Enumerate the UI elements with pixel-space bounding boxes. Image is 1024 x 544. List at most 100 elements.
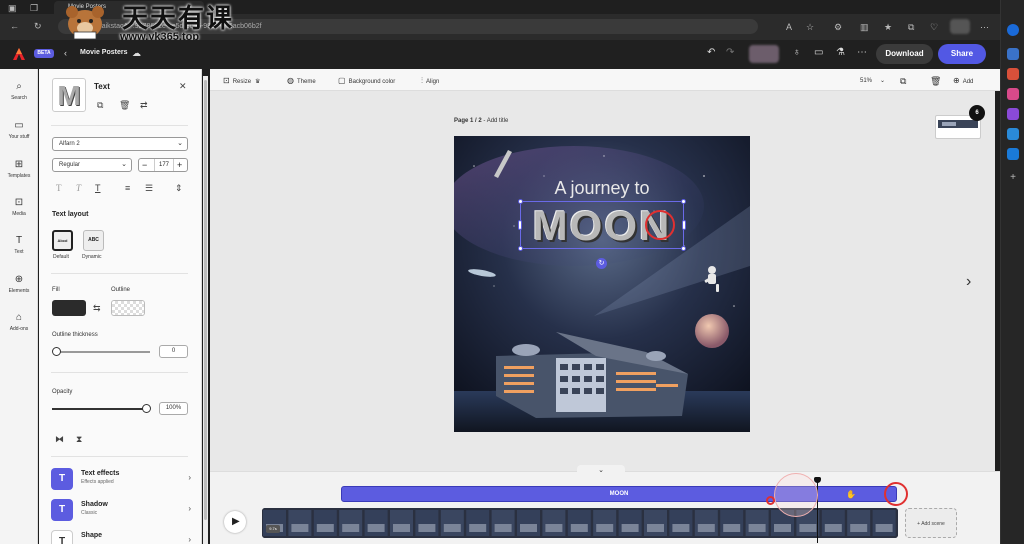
split-screen-icon[interactable]: ▥	[860, 22, 869, 32]
add-scene-button[interactable]: + Add scene	[905, 508, 957, 538]
line-spacing-icon[interactable]: ⇕	[175, 183, 183, 193]
resize-handle[interactable]	[518, 246, 523, 251]
resize-handle[interactable]	[681, 199, 686, 204]
close-icon[interactable]: ✕	[179, 81, 187, 91]
align-center-icon[interactable]: ≡	[125, 183, 130, 193]
collaborator-avatar[interactable]	[749, 45, 779, 63]
outline-color-swatch[interactable]	[111, 300, 145, 316]
duplicate-icon[interactable]: ⧉	[97, 100, 103, 110]
list-icon[interactable]: ☰	[145, 183, 153, 193]
shape-row[interactable]: T Shape ›	[51, 530, 191, 544]
app-header	[0, 40, 1000, 69]
adobe-express-logo-icon[interactable]	[12, 47, 26, 61]
opacity-slider[interactable]	[52, 408, 146, 410]
zoom-select[interactable]: 51% ⌄	[860, 76, 885, 86]
flask-icon[interactable]: ⚗	[836, 47, 845, 59]
resize-button[interactable]: ⊡ Resize ♛	[223, 76, 260, 87]
rail-item-addons[interactable]: ⌂ Add-ons	[0, 312, 38, 332]
read-aloud-icon[interactable]: A	[786, 22, 792, 32]
page-label[interactable]: Page 1 / 2 - Add title	[454, 118, 508, 124]
panel-scroll-thumb[interactable]	[204, 80, 207, 520]
poster-headline[interactable]: A journey to	[454, 178, 750, 199]
replace-icon[interactable]: ⇄	[140, 100, 148, 110]
favorites-bar-icon[interactable]: ★	[884, 22, 892, 32]
outline-thickness-input[interactable]: 0	[159, 345, 188, 358]
browser-essentials-icon[interactable]: ♡	[930, 22, 938, 32]
pages-icon[interactable]: ⧉	[900, 76, 906, 86]
fill-color-swatch[interactable]	[52, 300, 86, 316]
share-button[interactable]: Share	[938, 44, 986, 64]
add-sidebar-icon[interactable]: +	[1007, 172, 1019, 184]
collections-icon[interactable]: ⧉	[908, 22, 914, 32]
layout-default-option[interactable]: Abcd	[52, 230, 73, 251]
tab-actions-icon[interactable]: ❐	[30, 3, 38, 13]
increase-size-button[interactable]: +	[177, 159, 182, 171]
download-button[interactable]: Download	[876, 44, 933, 64]
italic-icon[interactable]: T	[76, 183, 81, 193]
click-ripple	[774, 473, 818, 517]
resize-handle[interactable]	[518, 199, 523, 204]
background-color-button[interactable]: ▢ Background color	[338, 76, 395, 87]
flip-vertical-icon[interactable]: ⧗	[76, 434, 82, 444]
play-button[interactable]: ▶	[224, 511, 246, 533]
copilot-icon[interactable]	[1007, 24, 1019, 36]
games-icon[interactable]	[1007, 108, 1019, 120]
rotate-handle-icon[interactable]: ↻	[596, 258, 607, 269]
shopping-icon[interactable]	[1007, 68, 1019, 80]
rail-item-search[interactable]: ⌕ Search	[0, 81, 38, 101]
rail-item-your-stuff[interactable]: ▭ Your stuff	[0, 120, 38, 140]
trash-icon[interactable]: 🗑	[930, 76, 941, 86]
page-count-badge: 6	[969, 105, 985, 121]
theme-button[interactable]: ◍ Theme	[287, 76, 316, 87]
outlook-icon[interactable]	[1007, 148, 1019, 160]
decrease-size-button[interactable]: −	[142, 159, 147, 171]
tools-icon[interactable]	[1007, 88, 1019, 100]
back-icon[interactable]: ←	[10, 21, 19, 31]
layout-dynamic-option[interactable]: ABC	[83, 230, 104, 251]
underline-icon[interactable]: T	[95, 183, 101, 193]
font-size-stepper[interactable]: − 177 +	[138, 158, 188, 172]
swap-colors-icon[interactable]: ⇆	[93, 303, 101, 313]
back-chevron-icon[interactable]: ‹	[64, 47, 67, 59]
font-style-select[interactable]: Regular ⌄	[52, 158, 132, 172]
flip-horizontal-icon[interactable]: ⧓	[55, 434, 64, 444]
lightbulb-icon[interactable]: ♁	[793, 47, 801, 59]
more-browser-icon[interactable]: ⋯	[980, 22, 989, 32]
redo-icon[interactable]: ↷	[726, 47, 734, 59]
extensions-icon[interactable]: ⚙	[834, 22, 842, 32]
font-size-value[interactable]: 177	[154, 159, 174, 171]
favorite-icon[interactable]: ☆	[806, 22, 814, 32]
resize-handle[interactable]	[682, 220, 686, 230]
search-sidebar-icon[interactable]	[1007, 48, 1019, 60]
collapse-timeline-chevron-icon[interactable]: ⌄	[577, 465, 625, 476]
delete-icon[interactable]: 🗑	[119, 100, 130, 110]
comment-icon[interactable]: ▭	[814, 47, 823, 59]
text-thumbnail: M	[52, 78, 86, 112]
rail-item-media[interactable]: ⊡ Media	[0, 197, 38, 217]
refresh-icon[interactable]: ↻	[34, 21, 42, 31]
rail-item-text[interactable]: T Text	[0, 235, 38, 255]
track-end-highlight-circle	[884, 482, 908, 506]
poster-canvas[interactable]: A journey to MOON ↻	[454, 136, 750, 432]
undo-icon[interactable]: ↶	[707, 47, 715, 59]
align-button[interactable]: ⫶ Align	[421, 76, 439, 87]
resize-handle[interactable]	[518, 220, 522, 230]
shadow-row[interactable]: T Shadow Classic ›	[51, 499, 191, 523]
text-effects-row[interactable]: T Text effects Effects applied ›	[51, 468, 191, 492]
font-family-select[interactable]: Alfarn 2 ⌄	[52, 137, 188, 151]
browser-profile-icon[interactable]: ▣	[8, 3, 17, 13]
rail-item-elements[interactable]: ⊕ Elements	[0, 274, 38, 294]
outline-thickness-slider[interactable]	[56, 351, 150, 353]
next-page-chevron-icon[interactable]: ›	[966, 273, 971, 291]
office-icon[interactable]	[1007, 128, 1019, 140]
opacity-thumb[interactable]	[141, 404, 151, 413]
resize-handle[interactable]	[681, 246, 686, 251]
rail-item-templates[interactable]: ⊞ Templates	[0, 159, 38, 179]
more-options-icon[interactable]: ⋯	[857, 47, 867, 59]
add-page-button[interactable]: ⊕ Add	[953, 76, 973, 87]
profile-avatar[interactable]	[950, 19, 970, 34]
text-style-serif-icon[interactable]: T	[56, 183, 62, 193]
opacity-input[interactable]: 100%	[159, 402, 188, 415]
outline-thickness-thumb[interactable]	[51, 347, 61, 356]
project-title[interactable]: Movie Posters	[80, 49, 127, 56]
